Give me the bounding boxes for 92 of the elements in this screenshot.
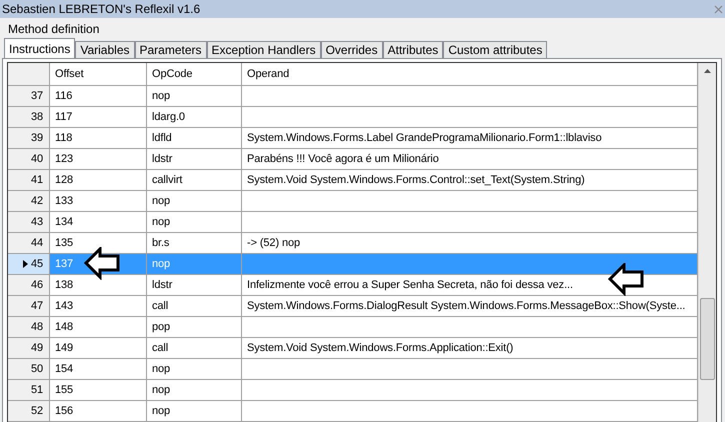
opcode-cell: callvirt: [147, 170, 242, 190]
row-header[interactable]: 39: [8, 128, 50, 148]
row-number: 52: [30, 405, 43, 417]
scrollbar-thumb[interactable]: [700, 298, 715, 380]
row-header[interactable]: 43: [8, 212, 50, 232]
instruction-row[interactable]: 52 156 nop: [8, 401, 698, 422]
instruction-row[interactable]: 43 134 nop: [8, 212, 698, 233]
offset-cell: 154: [50, 359, 147, 379]
offset-cell: 149: [50, 338, 147, 358]
row-header[interactable]: 42: [8, 191, 50, 211]
instruction-row[interactable]: 49 149 call System.Void System.Windows.Forms.Application::Exit(): [8, 338, 698, 359]
opcode-cell: pop: [147, 317, 242, 337]
tab[interactable]: Custom attributes: [443, 41, 548, 58]
row-header[interactable]: 50: [8, 359, 50, 379]
offset-cell: 128: [50, 170, 147, 190]
tab[interactable]: Instructions: [4, 38, 76, 58]
opcode-cell: ldstr: [147, 275, 242, 295]
opcode-cell: nop: [147, 254, 242, 274]
row-header[interactable]: 52: [8, 401, 50, 421]
row-number: 38: [30, 111, 43, 123]
opcode-cell: br.s: [147, 233, 242, 253]
opcode-cell: nop: [147, 359, 242, 379]
instruction-row[interactable]: 41 128 callvirt System.Void System.Windows.Forms.Control::set_Text(System.String): [8, 170, 698, 191]
opcode-cell: nop: [147, 86, 242, 106]
row-header[interactable]: 44: [8, 233, 50, 253]
instruction-row[interactable]: 51 155 nop: [8, 380, 698, 401]
left-arrow-icon: [608, 263, 645, 296]
opcode-cell: nop: [147, 380, 242, 400]
row-number: 49: [30, 342, 43, 354]
vertical-scrollbar[interactable]: [698, 63, 716, 422]
offset-cell: 155: [50, 380, 147, 400]
row-number: 48: [30, 321, 43, 333]
row-number: 39: [30, 132, 43, 144]
instruction-row[interactable]: 42 133 nop: [8, 191, 698, 212]
row-header[interactable]: 40: [8, 149, 50, 169]
row-number: 45: [30, 258, 43, 270]
opcode-cell: nop: [147, 401, 242, 421]
row-header[interactable]: 37: [8, 86, 50, 106]
instruction-row[interactable]: 38 117 ldarg.0: [8, 107, 698, 128]
group-title: Method definition: [8, 22, 100, 36]
instruction-row[interactable]: 48 148 pop: [8, 317, 698, 338]
row-number: 40: [30, 153, 43, 165]
close-icon[interactable]: [714, 4, 723, 14]
tab[interactable]: Variables: [75, 41, 134, 58]
tab[interactable]: Overrides: [320, 41, 383, 58]
row-number: 41: [30, 174, 43, 186]
row-number: 43: [30, 216, 43, 228]
offset-cell: 134: [50, 212, 147, 232]
opcode-cell: ldarg.0: [147, 107, 242, 127]
offset-cell: 143: [50, 296, 147, 316]
opcode-cell: nop: [147, 191, 242, 211]
offset-cell: 123: [50, 149, 147, 169]
instruction-row[interactable]: 45 137 nop: [8, 254, 698, 275]
row-header[interactable]: 49: [8, 338, 50, 358]
row-header[interactable]: 45: [8, 254, 50, 274]
offset-cell: 116: [50, 86, 147, 106]
tab[interactable]: Parameters: [134, 41, 207, 58]
row-header[interactable]: 47: [8, 296, 50, 316]
row-header[interactable]: 38: [8, 107, 50, 127]
instruction-row[interactable]: 40 123 ldstr Parabéns !!! Você agora é um Milionário: [8, 149, 698, 170]
instruction-row[interactable]: 47 143 call System.Windows.Forms.DialogResult System.Windows.Forms.MessageBox::Show(Syste...: [8, 296, 698, 317]
row-number: 37: [30, 90, 43, 102]
row-header[interactable]: 46: [8, 275, 50, 295]
offset-cell: 156: [50, 401, 147, 421]
row-number: 47: [30, 300, 43, 312]
tab[interactable]: Exception Handlers: [206, 41, 321, 58]
row-number: 46: [30, 279, 43, 291]
row-header[interactable]: 41: [8, 170, 50, 190]
opcode-cell: ldfld: [147, 128, 242, 148]
offset-cell: 117: [50, 107, 147, 127]
instruction-row[interactable]: 50 154 nop: [8, 359, 698, 380]
left-arrow-icon: [84, 247, 121, 280]
current-row-icon: [22, 260, 28, 268]
row-number: 42: [30, 195, 43, 207]
row-number: 50: [30, 363, 43, 375]
offset-cell: 148: [50, 317, 147, 337]
instruction-row[interactable]: 39 118 ldfld System.Windows.Forms.Label GrandeProgramaMilionario.Form1::lblaviso: [8, 128, 698, 149]
row-header[interactable]: 48: [8, 317, 50, 337]
row-header[interactable]: 51: [8, 380, 50, 400]
tab[interactable]: Attributes: [382, 41, 444, 58]
opcode-cell: call: [147, 296, 242, 316]
offset-cell: 133: [50, 191, 147, 211]
offset-cell: 118: [50, 128, 147, 148]
opcode-cell: nop: [147, 212, 242, 232]
row-number: 44: [30, 237, 43, 249]
column-header[interactable]: Offset: [50, 63, 147, 85]
instruction-row[interactable]: 37 116 nop: [8, 86, 698, 107]
window-title: Sebastien LEBRETON's Reflexil v1.6: [2, 2, 200, 16]
opcode-cell: ldstr: [147, 149, 242, 169]
opcode-cell: call: [147, 338, 242, 358]
column-header[interactable]: OpCode: [147, 63, 242, 85]
row-number: 51: [30, 384, 43, 396]
